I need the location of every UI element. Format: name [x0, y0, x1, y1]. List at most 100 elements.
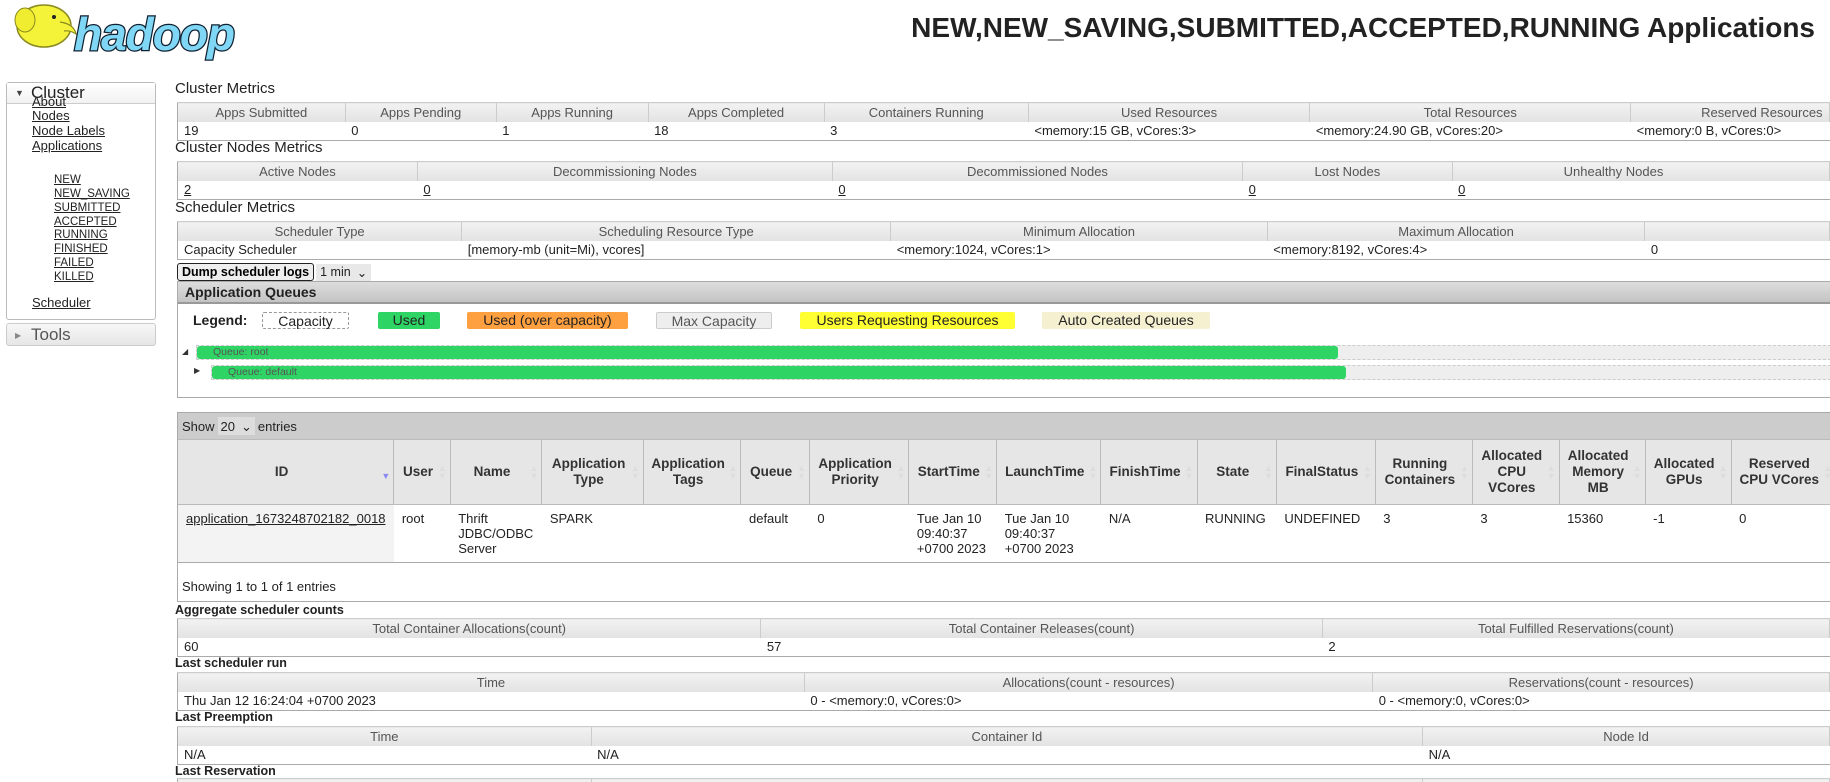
tools-section-header[interactable]: ▶ Tools [6, 323, 156, 346]
link-lost-nodes[interactable]: 0 [1249, 182, 1256, 197]
column-label: ID [274, 464, 289, 479]
sort-icon: ▲▼ [1632, 463, 1642, 481]
header-extra [1644, 221, 1830, 241]
last-run-table: Time Allocations(count - resources) Rese… [177, 672, 1830, 711]
header-total-container-releases: Total Container Releases(count) [760, 618, 1323, 638]
sidebar-link-about[interactable]: About [32, 94, 66, 109]
sidebar-link-nodes[interactable]: Nodes [32, 108, 70, 123]
last-preemption-table: Time Container Id Node Id N/A N/A N/A [177, 726, 1830, 765]
column-header-application-tags[interactable]: Application Tags ▲ ▼ [643, 439, 742, 505]
cell-starttime: Tue Jan 10 09:40:37 +0700 2023 [908, 504, 997, 563]
cell-reserved-cpu-vcores: 0 [1731, 504, 1830, 563]
application-id-link[interactable]: application_1673248702182_0018 [186, 511, 386, 526]
svg-text:hadoop: hadoop [74, 8, 234, 60]
column-header-starttime[interactable]: StartTime ▲ ▼ [908, 439, 998, 505]
value-scheduling-resource-type: [memory-mb (unit=Mi), vcores] [467, 242, 645, 258]
node-metrics-title: Cluster Nodes Metrics [175, 139, 323, 156]
link-active-nodes[interactable]: 2 [184, 182, 191, 197]
value-used-resources: <memory:15 GB, vCores:3> [1034, 123, 1197, 139]
legend-users-requesting-resources: Users Requesting Resources [800, 312, 1015, 329]
sidebar-link-running[interactable]: RUNNING [54, 229, 108, 241]
column-header-launchtime[interactable]: LaunchTime ▲ ▼ [996, 439, 1102, 505]
column-header-finishtime[interactable]: FinishTime ▲ ▼ [1100, 439, 1198, 505]
header-minimum-allocation: Minimum Allocation [890, 221, 1268, 241]
header-apps-pending: Apps Pending [345, 102, 497, 122]
sidebar-link-failed[interactable]: FAILED [54, 257, 94, 269]
node-metrics-table: Active Nodes Decommissioning Nodes Decom… [177, 161, 1830, 200]
header-maximum-allocation: Maximum Allocation [1267, 221, 1646, 241]
header-total-resources: Total Resources [1309, 102, 1632, 122]
column-label: Running Containers [1384, 456, 1456, 487]
queue-root-collapse-icon[interactable]: ◢ [182, 347, 188, 356]
column-label: Name [473, 464, 511, 479]
sidebar-link-new[interactable]: NEW [54, 174, 81, 186]
legend-max-capacity: Max Capacity [656, 312, 772, 329]
sidebar-link-killed[interactable]: KILLED [54, 271, 94, 283]
column-header-running-containers[interactable]: Running Containers ▲ ▼ [1375, 439, 1473, 505]
link-decommissioning-nodes[interactable]: 0 [423, 182, 430, 197]
application-queues-title: Application Queues [178, 282, 1830, 304]
sidebar-link-scheduler[interactable]: Scheduler [32, 295, 91, 310]
hadoop-logo: hadoop [14, 4, 236, 61]
link-decommissioned-nodes[interactable]: 0 [838, 182, 845, 197]
cluster-section-header[interactable]: ▼ Cluster [7, 83, 155, 104]
column-label: Allocated CPU VCores [1481, 448, 1543, 495]
queue-default-bar[interactable]: Queue: default [211, 365, 1830, 380]
queue-root-used [197, 346, 1338, 359]
caret-right-icon: ▶ [15, 331, 22, 340]
column-header-allocated-memory-mb[interactable]: Allocated Memory MB ▲ ▼ [1559, 439, 1646, 505]
aggregate-title: Aggregate scheduler counts [175, 603, 344, 617]
column-header-state[interactable]: State ▲ ▼ [1197, 439, 1277, 505]
last-reservation-title: Last Reservation [175, 764, 276, 778]
value-apps-completed: 18 [654, 123, 669, 139]
column-header-allocated-cpu-vcores[interactable]: Allocated CPU VCores ▲ ▼ [1472, 439, 1560, 505]
header-time: Time [177, 672, 805, 692]
legend-used-over-capacity: Used (over capacity) [467, 312, 628, 329]
sidebar-link-new-saving[interactable]: NEW_SAVING [54, 188, 130, 200]
sort-desc-icon: ▼ [381, 471, 391, 481]
sidebar-cluster: ▼ Cluster About Nodes Node Labels Applica… [6, 82, 156, 320]
sort-icon: ▲▼ [1718, 463, 1728, 481]
column-header-application-priority[interactable]: Application Priority ▲ ▼ [809, 439, 910, 505]
queue-default-used [212, 366, 1346, 379]
column-header-allocated-gpus[interactable]: Allocated GPUs ▲ ▼ [1645, 439, 1732, 505]
sidebar-link-applications[interactable]: Applications [32, 138, 102, 153]
scheduler-metrics-table: Scheduler Type Scheduling Resource Type … [177, 221, 1830, 260]
sidebar-link-finished[interactable]: FINISHED [54, 243, 108, 255]
header-apps-submitted: Apps Submitted [177, 102, 346, 122]
value-apps-running: 1 [502, 123, 510, 139]
page-size-control: Show 20 ⌄ entries [178, 413, 1830, 439]
dump-scheduler-logs-button[interactable]: Dump scheduler logs [177, 263, 315, 281]
value-reservations: 0 - <memory:0, vCores:0> [1378, 693, 1530, 709]
cell-running-containers: 3 [1375, 504, 1473, 563]
column-header-user[interactable]: User ▲ ▼ [393, 439, 451, 505]
sort-icon: ▲▼ [630, 463, 640, 481]
page-size-select[interactable]: 20 ⌄ [217, 417, 255, 435]
cell-application-priority: 0 [809, 504, 909, 563]
column-header-finalstatus[interactable]: FinalStatus ▲ ▼ [1276, 439, 1376, 505]
sidebar-link-node-labels[interactable]: Node Labels [32, 123, 105, 138]
dump-interval-select[interactable]: 1 min ⌄ [316, 263, 372, 281]
column-label: Queue [750, 464, 793, 479]
queue-root-bar[interactable]: Queue: root [196, 345, 1830, 360]
page-title: NEW,NEW_SAVING,SUBMITTED,ACCEPTED,RUNNIN… [911, 12, 1815, 43]
column-header-queue[interactable]: Queue ▲ ▼ [740, 439, 810, 505]
sidebar-link-submitted[interactable]: SUBMITTED [54, 202, 120, 214]
cell-allocated-cpu-vcores: 3 [1472, 504, 1560, 563]
value-maximum-allocation: <memory:8192, vCores:4> [1273, 242, 1428, 258]
queue-default-expand-icon[interactable]: ▶ [194, 366, 200, 375]
applications-table: ID ▼ User ▲ ▼ Name ▲ ▼ Application Type ▲ ▼ Applica… [178, 439, 1830, 563]
cell-finishtime: N/A [1100, 504, 1198, 563]
column-header-id[interactable]: ID ▼ [178, 439, 395, 505]
column-header-application-type[interactable]: Application Type ▲ ▼ [541, 439, 644, 505]
link-unhealthy-nodes[interactable]: 0 [1458, 182, 1465, 197]
cell-name: Thrift JDBC/ODBC Server [450, 504, 542, 563]
column-header-reserved-cpu-vcores[interactable]: Reserved CPU VCores▲▼ [1731, 439, 1830, 505]
column-header-name[interactable]: Name ▲ ▼ [450, 439, 543, 505]
column-label: Allocated Memory MB [1567, 448, 1629, 495]
page-size-value: 20 [220, 418, 235, 434]
sort-icon: ▲▼ [1460, 463, 1469, 481]
cell-state: RUNNING [1197, 504, 1277, 563]
sidebar-link-accepted[interactable]: ACCEPTED [54, 216, 117, 228]
sort-icon: ▲▼ [1264, 463, 1273, 481]
